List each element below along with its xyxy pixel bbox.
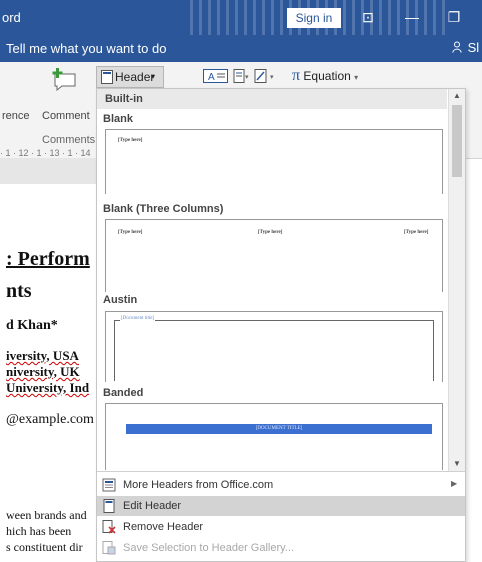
edit-header-label: Edit Header <box>123 500 182 512</box>
restore-icon[interactable]: ❐ <box>444 7 464 27</box>
category-blank: Blank <box>103 113 133 125</box>
signature-icon[interactable]: ▾ <box>254 68 280 84</box>
header-option-three-columns[interactable]: [Type here] [Type here] [Type here] <box>105 219 443 292</box>
doc-title-line2: nts <box>6 280 32 302</box>
edit-header-menu-item[interactable]: Edit Header <box>97 496 465 516</box>
chevron-down-icon: ▾ <box>354 73 359 82</box>
title-bar: ord Sign in ⊡ — ❐ <box>0 0 482 35</box>
remove-header-icon <box>102 520 116 534</box>
austin-frame <box>114 320 434 381</box>
scroll-up-icon[interactable]: ▲ <box>450 89 464 103</box>
svg-text:▾: ▾ <box>245 74 249 81</box>
office-icon <box>102 478 116 492</box>
header-button[interactable]: Header ▾ <box>96 66 164 88</box>
save-selection-menu-item[interactable]: Save Selection to Header Gallery... <box>97 538 465 558</box>
tell-me-input[interactable]: Tell me what you want to do <box>6 41 166 56</box>
doc-body-line1: ween brands and <box>6 508 87 522</box>
type-here-placeholder: [Type here] <box>118 138 143 143</box>
comment-icon[interactable] <box>50 66 78 92</box>
share-label: Sl <box>467 40 480 55</box>
type-here-right: [Type here] <box>404 230 429 235</box>
equation-label: Equation <box>303 69 351 83</box>
category-austin: Austin <box>103 294 138 306</box>
ribbon-group-fragment: rence <box>2 110 30 122</box>
header-icon <box>101 70 113 84</box>
more-headers-menu-item[interactable]: More Headers from Office.com ▶ <box>97 475 465 495</box>
header-gallery: Built-in Blank [Type here] Blank (Three … <box>96 88 466 562</box>
header-option-austin[interactable]: [Document title] <box>105 311 443 382</box>
ribbon-display-icon[interactable]: ⊡ <box>358 7 378 27</box>
doc-body-line2: hich has been <box>6 524 72 538</box>
doc-title-line1: : Perform <box>6 248 90 270</box>
tell-me-bar: Tell me what you want to do Sl <box>0 35 482 62</box>
banded-title-placeholder: [DOCUMENT TITLE] <box>255 426 303 431</box>
remove-header-label: Remove Header <box>123 521 204 533</box>
edit-header-icon <box>103 499 115 513</box>
svg-text:A: A <box>208 72 215 83</box>
more-headers-label: More Headers from Office.com <box>123 479 274 491</box>
doc-email: @example.com <box>6 412 94 427</box>
header-button-label: Header <box>115 70 155 84</box>
category-three-columns: Blank (Three Columns) <box>103 203 224 215</box>
builtin-heading: Built-in <box>97 89 447 109</box>
header-option-blank[interactable]: [Type here] <box>105 129 443 194</box>
menu-separator <box>97 471 465 472</box>
document-page: : Perform nts d Khan* iversity, USA nive… <box>0 184 96 560</box>
save-selection-icon <box>102 541 116 555</box>
header-option-banded[interactable]: [DOCUMENT TITLE] <box>105 403 443 470</box>
textbox-icon[interactable]: A <box>203 68 229 84</box>
quickparts-icon[interactable]: ▾ <box>233 68 251 84</box>
doc-affiliation-3: University, Ind <box>6 380 90 395</box>
doc-affiliation-1: iversity, USA <box>6 348 79 363</box>
banded-title-bar: [DOCUMENT TITLE] <box>126 424 432 434</box>
save-selection-label: Save Selection to Header Gallery... <box>123 542 294 554</box>
comments-group-label: Comments <box>42 134 96 146</box>
app-title: ord <box>2 10 21 25</box>
type-here-left: [Type here] <box>118 230 143 235</box>
category-banded: Banded <box>103 387 144 399</box>
scroll-down-icon[interactable]: ▼ <box>450 457 464 471</box>
doc-author: d Khan* <box>6 318 58 333</box>
doc-body-line3: s constituent dir <box>6 540 83 554</box>
type-here-center: [Type here] <box>258 230 283 235</box>
doc-affiliation-2: niversity, UK <box>6 364 80 379</box>
chevron-down-icon: ▾ <box>151 72 156 81</box>
pi-icon: π <box>292 67 301 84</box>
share-button[interactable]: Sl <box>452 40 479 55</box>
document-title-placeholder: [Document title] <box>120 316 156 321</box>
sign-in-button[interactable]: Sign in <box>287 8 341 28</box>
person-icon <box>452 41 462 53</box>
ruler: · 1 · 12 · 1 · 13 · 1 · 14 <box>0 148 91 158</box>
svg-text:▾: ▾ <box>270 74 274 81</box>
scroll-thumb[interactable] <box>452 105 462 177</box>
chevron-right-icon: ▶ <box>451 479 458 488</box>
comment-button-label[interactable]: Comment <box>42 110 90 122</box>
minimize-icon[interactable]: — <box>402 7 422 27</box>
equation-button[interactable]: π Equation ▾ <box>292 66 358 88</box>
document-gutter <box>0 158 96 184</box>
gallery-scrollbar[interactable]: ▲ ▼ <box>448 89 465 471</box>
remove-header-menu-item[interactable]: Remove Header <box>97 517 465 537</box>
